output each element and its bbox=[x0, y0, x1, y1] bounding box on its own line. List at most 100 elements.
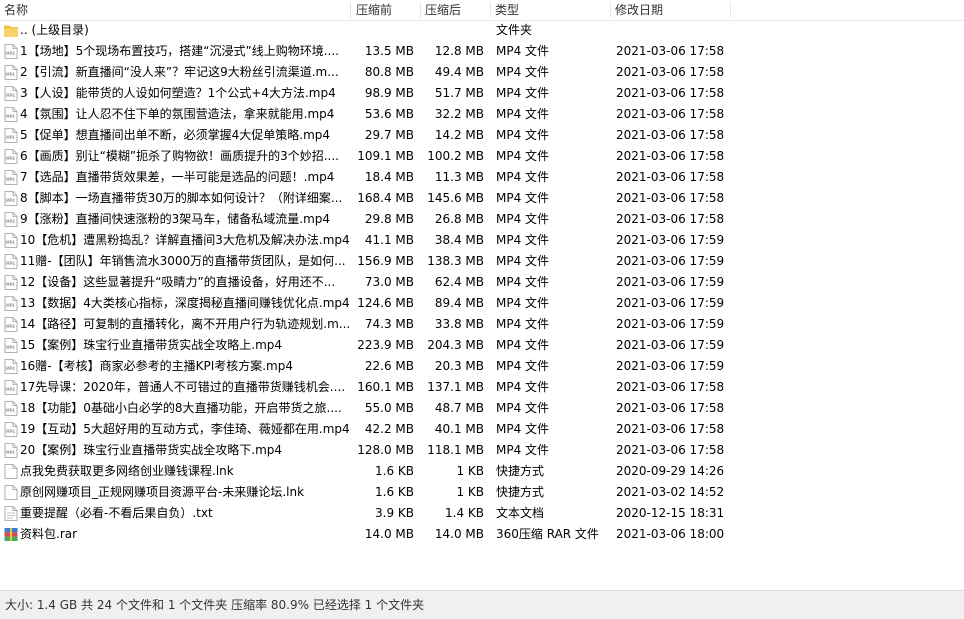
svg-text:MP4: MP4 bbox=[6, 240, 15, 245]
mp4-file-icon: MP4 bbox=[4, 338, 18, 353]
file-modified-date: 2021-03-06 17:58 bbox=[616, 401, 725, 415]
file-row[interactable]: 点我免费获取更多网络创业赚钱课程.lnk 1.6 KB 1 KB 快捷方式 2020-0… bbox=[0, 461, 730, 482]
file-size-original: 145.6 MB bbox=[427, 191, 484, 205]
file-row[interactable]: MP4 17先导课：2020年，普通人不可错过的直播带货赚钱机会.... 160.1… bbox=[0, 377, 730, 398]
mp4-file-icon: MP4 bbox=[4, 107, 18, 122]
file-size-compressed: 29.7 MB bbox=[364, 128, 414, 142]
file-modified-date: 2021-03-06 17:58 bbox=[616, 149, 725, 163]
file-row[interactable]: MP4 1【场地】5个现场布置技巧，搭建“沉浸式”线上购物环境.... 13.5 M… bbox=[0, 41, 730, 62]
file-name: 3【人设】能带货的人设如何塑造？1个公式+4大方法.mp4 bbox=[20, 86, 336, 100]
svg-text:MP4: MP4 bbox=[6, 345, 15, 350]
file-name: 2【引流】新直播间“没人来”？牢记这9大粉丝引流渠道.m... bbox=[20, 65, 339, 79]
file-name: 19【互动】5大超好用的互动方式，李佳琦、薇娅都在用.mp4 bbox=[20, 422, 350, 436]
file-type: MP4 文件 bbox=[496, 233, 550, 247]
file-type: MP4 文件 bbox=[496, 359, 550, 373]
file-row[interactable]: 重要提醒（必看-不看后果自负）.txt 3.9 KB 1.4 KB 文本文档 2020-… bbox=[0, 503, 730, 524]
file-type: MP4 文件 bbox=[496, 128, 550, 142]
file-row[interactable]: MP4 18【功能】0基础小白必学的8大直播功能，开启带货之旅.... 55.0 M… bbox=[0, 398, 730, 419]
svg-text:MP4: MP4 bbox=[6, 219, 15, 224]
file-type: MP4 文件 bbox=[496, 422, 550, 436]
column-header-original[interactable]: 压缩后 bbox=[425, 0, 461, 20]
file-type: MP4 文件 bbox=[496, 275, 550, 289]
file-type: MP4 文件 bbox=[496, 338, 550, 352]
column-divider[interactable] bbox=[610, 2, 611, 18]
file-row[interactable]: MP4 10【危机】遭黑粉捣乱？详解直播间3大危机及解决办法.mp4 41.1 MB… bbox=[0, 230, 730, 251]
svg-text:MP4: MP4 bbox=[6, 303, 15, 308]
file-row[interactable]: MP4 14【路径】可复制的直播转化，离不开用户行为轨迹规划.m... 74.3 M… bbox=[0, 314, 730, 335]
svg-text:MP4: MP4 bbox=[6, 324, 15, 329]
file-name: 17先导课：2020年，普通人不可错过的直播带货赚钱机会.... bbox=[20, 380, 346, 394]
file-size-original: 32.2 MB bbox=[434, 107, 484, 121]
file-row[interactable]: MP4 7【选品】直播带货效果差，一半可能是选品的问题！.mp4 18.4 MB 11… bbox=[0, 167, 730, 188]
file-type: MP4 文件 bbox=[496, 107, 550, 121]
file-name: 20【案例】珠宝行业直播带货实战全攻略下.mp4 bbox=[20, 443, 283, 457]
file-row[interactable]: MP4 20【案例】珠宝行业直播带货实战全攻略下.mp4 128.0 MB 118.1… bbox=[0, 440, 730, 461]
file-row[interactable]: 资料包.rar 14.0 MB 14.0 MB 360压缩 RAR 文件 2021-03… bbox=[0, 524, 730, 545]
file-modified-date: 2021-03-06 17:58 bbox=[616, 443, 725, 457]
file-size-original: 1 KB bbox=[456, 464, 484, 478]
file-row[interactable]: MP4 6【画质】别让“模糊”扼杀了购物欲！画质提升的3个妙招.... 109.1 … bbox=[0, 146, 730, 167]
file-size-compressed: 124.6 MB bbox=[357, 296, 414, 310]
column-header-name[interactable]: 名称 bbox=[4, 0, 28, 20]
file-size-original: 40.1 MB bbox=[434, 422, 484, 436]
file-size-compressed: 3.9 KB bbox=[375, 506, 414, 520]
file-row[interactable]: MP4 4【氛围】让人忍不住下单的氛围营造法，拿来就能用.mp4 53.6 MB 32… bbox=[0, 104, 730, 125]
mp4-file-icon: MP4 bbox=[4, 275, 18, 290]
file-size-compressed: 53.6 MB bbox=[364, 107, 414, 121]
file-type: 文本文档 bbox=[496, 506, 545, 520]
column-divider[interactable] bbox=[350, 2, 351, 18]
mp4-file-icon: MP4 bbox=[4, 317, 18, 332]
file-row[interactable]: MP4 15【案例】珠宝行业直播带货实战全攻略上.mp4 223.9 MB 204.3… bbox=[0, 335, 730, 356]
mp4-file-icon: MP4 bbox=[4, 359, 18, 374]
file-row[interactable]: MP4 3【人设】能带货的人设如何塑造？1个公式+4大方法.mp4 98.9 MB 5… bbox=[0, 83, 730, 104]
file-row[interactable]: MP4 9【涨粉】直播间快速涨粉的3架马车，储备私域流量.mp4 29.8 MB 26… bbox=[0, 209, 730, 230]
mp4-file-icon: MP4 bbox=[4, 254, 18, 269]
mp4-file-icon: MP4 bbox=[4, 212, 18, 227]
file-type: 文件夹 bbox=[496, 23, 533, 37]
svg-text:MP4: MP4 bbox=[6, 261, 15, 266]
file-type: MP4 文件 bbox=[496, 170, 550, 184]
column-divider[interactable] bbox=[730, 2, 731, 18]
file-row[interactable]: MP4 13【数据】4大类核心指标，深度揭秘直播间赚钱优化点.mp4 124.6 M… bbox=[0, 293, 730, 314]
file-size-original: 49.4 MB bbox=[434, 65, 484, 79]
text-file-icon bbox=[4, 506, 18, 521]
file-size-original: 137.1 MB bbox=[427, 380, 484, 394]
file-type: MP4 文件 bbox=[496, 296, 550, 310]
column-header-type[interactable]: 类型 bbox=[495, 0, 519, 20]
file-type: MP4 文件 bbox=[496, 443, 550, 457]
mp4-file-icon: MP4 bbox=[4, 233, 18, 248]
file-size-original bbox=[422, 20, 484, 41]
file-row[interactable]: MP4 16赠-【考核】商家必参考的主播KPI考核方案.mp4 22.6 MB 20.… bbox=[0, 356, 730, 377]
svg-text:MP4: MP4 bbox=[6, 387, 15, 392]
file-size-compressed: 13.5 MB bbox=[364, 44, 414, 58]
file-size-compressed: 156.9 MB bbox=[357, 254, 414, 268]
column-divider[interactable] bbox=[420, 2, 421, 18]
mp4-file-icon: MP4 bbox=[4, 86, 18, 101]
file-row[interactable]: MP4 2【引流】新直播间“没人来”？牢记这9大粉丝引流渠道.m... 80.8 M… bbox=[0, 62, 730, 83]
column-divider[interactable] bbox=[490, 2, 491, 18]
file-name: 资料包.rar bbox=[20, 527, 78, 541]
file-row[interactable]: MP4 19【互动】5大超好用的互动方式，李佳琦、薇娅都在用.mp4 42.2 MB… bbox=[0, 419, 730, 440]
svg-text:MP4: MP4 bbox=[6, 450, 15, 455]
file-row[interactable]: MP4 5【促单】想直播间出单不断，必须掌握4大促单策略.mp4 29.7 MB 14… bbox=[0, 125, 730, 146]
file-size-original: 51.7 MB bbox=[434, 86, 484, 100]
file-row[interactable]: MP4 12【设备】这些显著提升“吸睛力”的直播设备，好用还不... 73.0 MB… bbox=[0, 272, 730, 293]
status-text: 大小: 1.4 GB 共 24 个文件和 1 个文件夹 压缩率 80.9% 已经… bbox=[5, 598, 425, 612]
file-type: MP4 文件 bbox=[496, 212, 550, 226]
file-row[interactable]: MP4 8【脚本】一场直播带货30万的脚本如何设计？（附详细案... 168.4 M… bbox=[0, 188, 730, 209]
file-name: 5【促单】想直播间出单不断，必须掌握4大促单策略.mp4 bbox=[20, 128, 331, 142]
mp4-file-icon: MP4 bbox=[4, 65, 18, 80]
file-name: 12【设备】这些显著提升“吸睛力”的直播设备，好用还不... bbox=[20, 275, 336, 289]
file-size-compressed: 73.0 MB bbox=[364, 275, 414, 289]
file-type: MP4 文件 bbox=[496, 86, 550, 100]
column-header-compressed[interactable]: 压缩前 bbox=[356, 0, 392, 20]
file-name: 13【数据】4大类核心指标，深度揭秘直播间赚钱优化点.mp4 bbox=[20, 296, 350, 310]
file-size-compressed: 1.6 KB bbox=[375, 485, 414, 499]
status-bar: 大小: 1.4 GB 共 24 个文件和 1 个文件夹 压缩率 80.9% 已经… bbox=[0, 590, 964, 619]
file-row[interactable]: MP4 11赠-【团队】年销售流水3000万的直播带货团队，是如何... 156.9… bbox=[0, 251, 730, 272]
column-header-modified[interactable]: 修改日期 bbox=[615, 0, 663, 20]
file-row[interactable]: 原创网赚项目_正规网赚项目资源平台-未来赚论坛.lnk 1.6 KB 1 KB 快捷方… bbox=[0, 482, 730, 503]
file-size-original: 14.2 MB bbox=[434, 128, 484, 142]
parent-directory-row[interactable]: .. (上级目录) 文件夹 bbox=[0, 20, 730, 41]
file-size-original: 138.3 MB bbox=[427, 254, 484, 268]
